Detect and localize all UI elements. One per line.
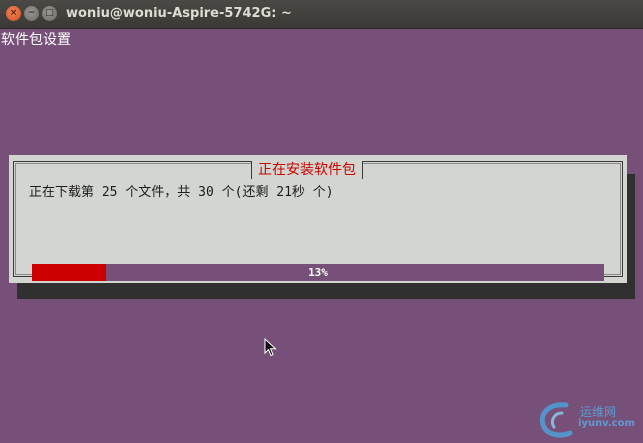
dialog-frame-inner (15, 163, 621, 275)
dialog-title: 正在安装软件包 (251, 161, 363, 179)
window-controls: × − □ (6, 6, 57, 21)
close-icon[interactable]: × (6, 6, 21, 21)
watermark-logo-icon (539, 402, 573, 438)
install-dialog: 正在安装软件包 正在下载第 25 个文件，共 30 个(还剩 21秒 个) 13… (9, 155, 627, 283)
minimize-icon[interactable]: − (24, 6, 39, 21)
download-status-text: 正在下载第 25 个文件，共 30 个(还剩 21秒 个) (29, 185, 334, 200)
progress-bar: 13% (32, 264, 604, 281)
progress-label: 13% (308, 266, 328, 279)
watermark: 运维网 iyunv.com (536, 399, 635, 443)
terminal-area[interactable]: 软件包设置 正在安装软件包 正在下载第 25 个文件，共 30 个(还剩 21秒… (0, 29, 643, 438)
maximize-icon[interactable]: □ (42, 6, 57, 21)
title-bar[interactable]: × − □ woniu@woniu-Aspire-5742G: ~ (0, 0, 643, 29)
background-title: 软件包设置 (1, 32, 71, 48)
terminal-window: × − □ woniu@woniu-Aspire-5742G: ~ 软件包设置 … (0, 0, 643, 438)
window-title: woniu@woniu-Aspire-5742G: ~ (66, 6, 292, 21)
dialog-frame: 正在安装软件包 正在下载第 25 个文件，共 30 个(还剩 21秒 个) (13, 161, 623, 277)
watermark-subtext: iyunv.com (578, 418, 635, 429)
mouse-cursor-icon (264, 338, 277, 357)
